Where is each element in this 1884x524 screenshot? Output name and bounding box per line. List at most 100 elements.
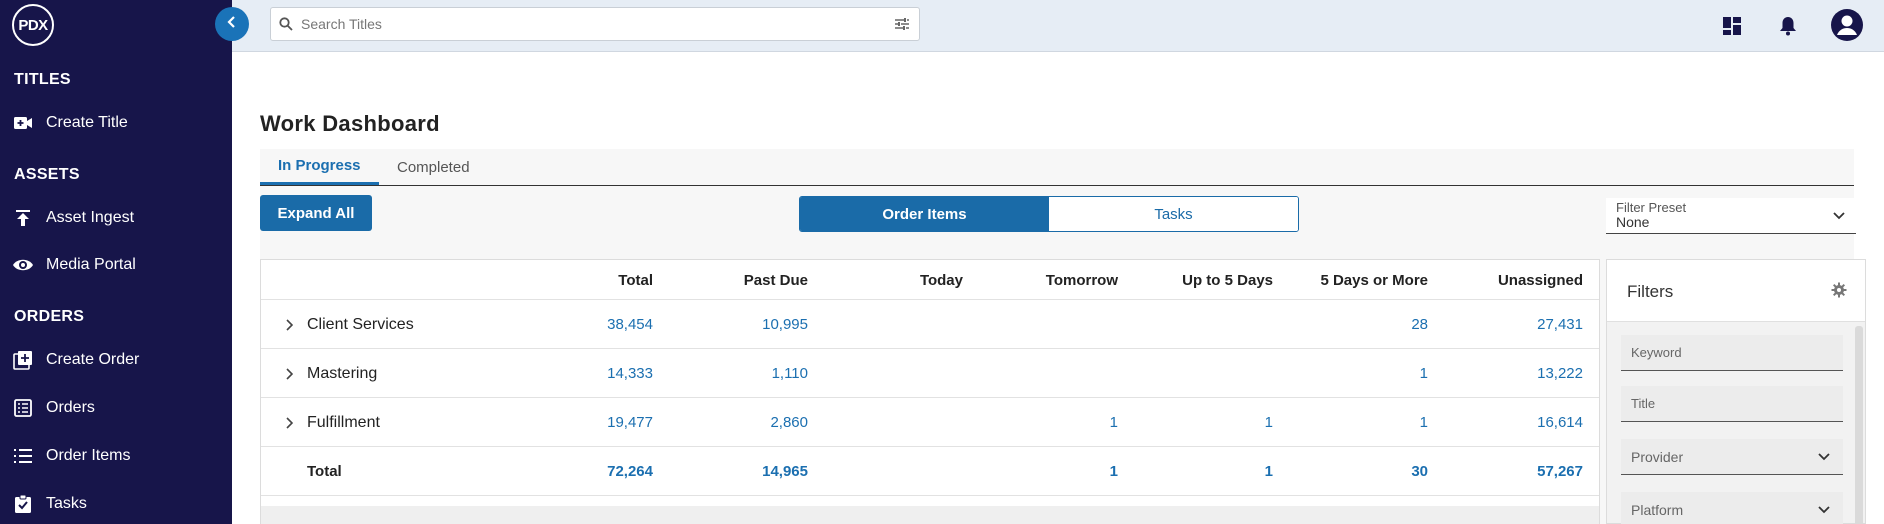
column-header-up-to-5-days: Up to 5 Days <box>1182 271 1273 289</box>
toggle-tasks[interactable]: Tasks <box>1049 197 1298 231</box>
cell-total[interactable]: 14,333 <box>607 349 653 398</box>
sidebar-section-assets: ASSETS <box>14 166 80 183</box>
search-box <box>270 7 920 41</box>
title-filter-input[interactable]: Title <box>1621 386 1843 422</box>
upload-icon <box>12 207 34 229</box>
table-footer <box>261 506 1599 524</box>
sidebar-item-label: Order Items <box>46 447 131 464</box>
list-icon <box>12 445 34 467</box>
cell-5-days-or-more[interactable]: 1 <box>1420 398 1428 447</box>
column-header-unassigned: Unassigned <box>1497 271 1583 289</box>
filter-preset-value: None <box>1616 214 1650 230</box>
column-header-today: Today <box>919 271 963 289</box>
chevron-down-icon <box>1817 502 1831 518</box>
toggle-order-items[interactable]: Order Items <box>800 197 1049 231</box>
expand-chevron-icon[interactable] <box>279 315 299 335</box>
filters-header: Filters <box>1607 260 1865 322</box>
table-header-row: Total Past Due Today Tomorrow Up to 5 Da… <box>261 260 1599 300</box>
chevron-down-icon <box>1817 449 1831 465</box>
expand-chevron-icon[interactable] <box>279 413 299 433</box>
page-title: Work Dashboard <box>260 111 440 136</box>
table-row: Fulfillment 19,477 2,860 1 1 1 16,614 <box>261 398 1599 447</box>
view-toggle: Order Items Tasks <box>799 196 1299 232</box>
sidebar-collapse-button[interactable] <box>215 7 249 41</box>
cell-unassigned[interactable]: 57,267 <box>1537 447 1583 496</box>
chevron-down-icon <box>1832 208 1846 226</box>
sidebar-item-label: Tasks <box>46 495 87 512</box>
filters-title: Filters <box>1627 282 1674 301</box>
eye-icon <box>12 254 34 276</box>
cell-up-to-5-days[interactable]: 1 <box>1265 398 1273 447</box>
cell-past-due[interactable]: 10,995 <box>762 300 808 349</box>
row-name: Total <box>307 463 342 480</box>
account-avatar-icon[interactable] <box>1828 6 1866 44</box>
provider-filter-select[interactable]: Provider <box>1621 439 1843 475</box>
cell-total[interactable]: 72,264 <box>607 447 653 496</box>
cell-unassigned[interactable]: 16,614 <box>1537 398 1583 447</box>
keyword-filter-input[interactable]: Keyword <box>1621 335 1843 371</box>
sidebar-item-media-portal[interactable]: Media Portal <box>0 245 232 285</box>
search-icon <box>271 17 301 31</box>
cell-unassigned[interactable]: 13,222 <box>1537 349 1583 398</box>
cell-up-to-5-days[interactable]: 1 <box>1265 447 1273 496</box>
sidebar-item-label: Orders <box>46 399 95 416</box>
sidebar-item-label: Media Portal <box>46 256 136 273</box>
row-name: Mastering <box>307 364 378 382</box>
sidebar-item-asset-ingest[interactable]: Asset Ingest <box>0 198 232 238</box>
sidebar-item-tasks[interactable]: Tasks <box>0 484 232 524</box>
cell-past-due[interactable]: 2,860 <box>770 398 808 447</box>
gear-icon[interactable] <box>1831 282 1847 303</box>
cell-total[interactable]: 19,477 <box>607 398 653 447</box>
provider-label: Provider <box>1631 448 1684 465</box>
platform-filter-select[interactable]: Platform <box>1621 492 1843 524</box>
table-row: Client Services 38,454 10,995 28 27,431 <box>261 300 1599 349</box>
cell-5-days-or-more[interactable]: 28 <box>1411 300 1428 349</box>
tune-icon[interactable] <box>885 17 919 31</box>
sidebar-section-titles: TITLES <box>14 71 71 88</box>
pdx-logo[interactable]: PDX <box>12 4 54 46</box>
tab-in-progress[interactable]: In Progress <box>260 149 379 185</box>
chevron-left-icon <box>226 15 238 34</box>
sidebar-item-create-order[interactable]: Create Order <box>0 340 232 380</box>
table-total-row: Total 72,264 14,965 1 1 30 57,267 <box>261 447 1599 496</box>
sidebar-item-label: Create Order <box>46 351 140 368</box>
sidebar-item-label: Create Title <box>46 114 128 131</box>
cell-unassigned[interactable]: 27,431 <box>1537 300 1583 349</box>
cell-total[interactable]: 38,454 <box>607 300 653 349</box>
sidebar-item-order-items[interactable]: Order Items <box>0 436 232 476</box>
column-header-tomorrow: Tomorrow <box>1045 271 1118 289</box>
main-content: Work Dashboard In Progress Completed Exp… <box>232 53 1884 524</box>
top-bar <box>232 0 1884 52</box>
sidebar-item-orders[interactable]: Orders <box>0 388 232 428</box>
app: PDX TITLES Create Title ASSETS Asset Ing… <box>0 0 1884 524</box>
add-box-icon <box>12 349 34 371</box>
expand-chevron-icon[interactable] <box>279 364 299 384</box>
cell-tomorrow[interactable]: 1 <box>1110 398 1118 447</box>
tab-completed[interactable]: Completed <box>397 149 470 185</box>
column-header-total: Total <box>618 271 653 289</box>
cell-past-due[interactable]: 1,110 <box>772 349 808 398</box>
column-header-past-due: Past Due <box>743 271 808 289</box>
cell-past-due[interactable]: 14,965 <box>762 447 808 496</box>
filter-preset-select[interactable]: Filter Preset None <box>1606 198 1856 234</box>
bell-icon[interactable] <box>1772 10 1804 42</box>
row-name: Fulfillment <box>307 413 380 431</box>
filter-preset-label: Filter Preset <box>1616 200 1687 215</box>
expand-all-button[interactable]: Expand All <box>260 195 372 231</box>
dashboard-icon[interactable] <box>1716 10 1748 42</box>
sidebar-item-label: Asset Ingest <box>46 209 135 226</box>
column-header-5-days-or-more: 5 Days or More <box>1320 271 1428 289</box>
search-input[interactable] <box>301 16 885 32</box>
work-summary-table: Total Past Due Today Tomorrow Up to 5 Da… <box>260 259 1600 524</box>
cell-5-days-or-more[interactable]: 30 <box>1411 447 1428 496</box>
sidebar-section-orders: ORDERS <box>14 308 85 325</box>
platform-label: Platform <box>1631 501 1684 518</box>
cell-tomorrow[interactable]: 1 <box>1110 447 1118 496</box>
list-box-icon <box>12 397 34 419</box>
table-row: Mastering 14,333 1,110 1 13,222 <box>261 349 1599 398</box>
cell-5-days-or-more[interactable]: 1 <box>1420 349 1428 398</box>
filters-scrollbar[interactable] <box>1855 326 1863 524</box>
sidebar-item-create-title[interactable]: Create Title <box>0 103 232 143</box>
sidebar: PDX TITLES Create Title ASSETS Asset Ing… <box>0 0 232 524</box>
video-add-icon <box>12 112 34 134</box>
